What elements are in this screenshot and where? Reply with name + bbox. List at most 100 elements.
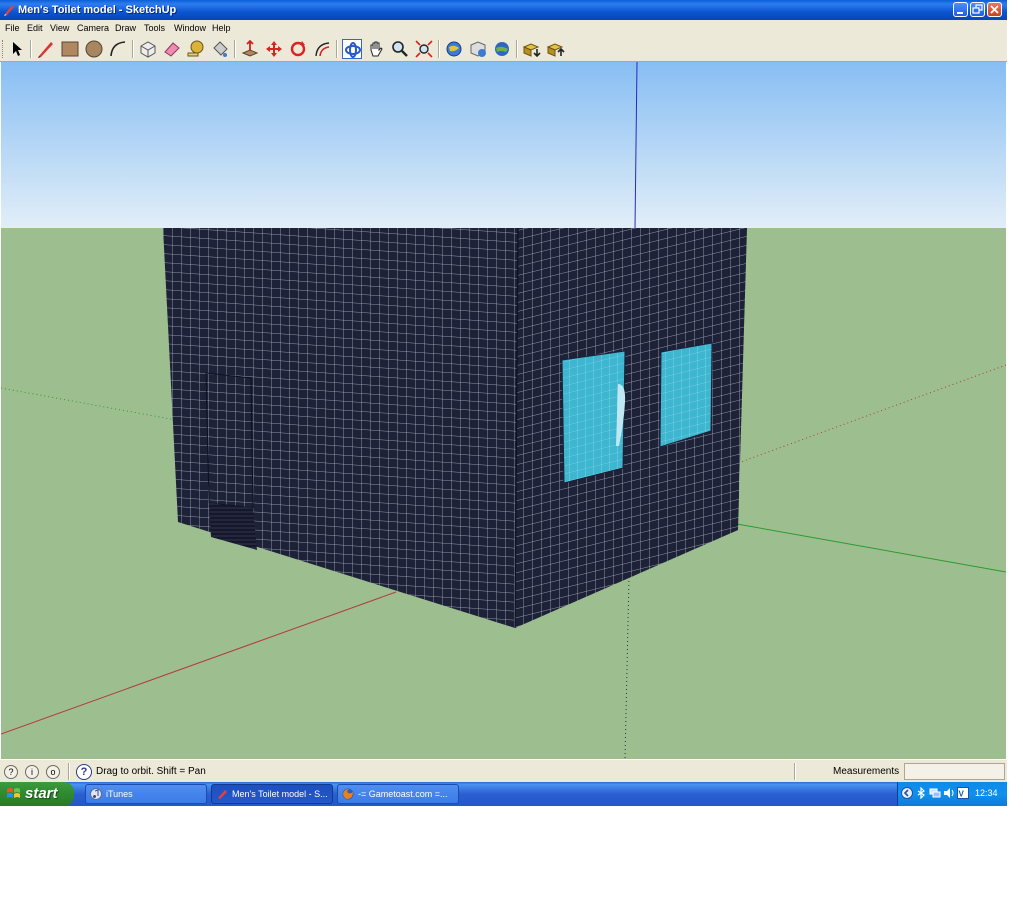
move-tool[interactable]: [264, 39, 284, 59]
svg-text:V: V: [959, 790, 965, 799]
share-model-tool[interactable]: [468, 39, 488, 59]
restore-icon: [972, 4, 983, 14]
menu-window[interactable]: Window: [174, 23, 206, 33]
arc-tool[interactable]: [108, 39, 128, 59]
google-earth-tool[interactable]: [492, 39, 512, 59]
taskbar: start iTunes Men's Toilet model - S... -…: [0, 782, 1007, 806]
earth-icon: [495, 42, 509, 56]
zoom-extents-icon: [415, 40, 433, 58]
menu-file[interactable]: File: [5, 23, 20, 33]
get-models-tool[interactable]: [444, 39, 464, 59]
menu-camera[interactable]: Camera: [77, 23, 109, 33]
make-component-tool[interactable]: [138, 39, 158, 59]
rotate-icon: [290, 41, 306, 57]
credits-icon[interactable]: i: [25, 765, 39, 779]
share-icon: [470, 41, 486, 57]
sketchup-icon: [218, 790, 227, 799]
pan-tool[interactable]: [366, 39, 386, 59]
system-tray: V 12:34: [897, 782, 1007, 806]
rotate-tool[interactable]: [288, 39, 308, 59]
title-bar[interactable]: Men's Toilet model - SketchUp: [0, 0, 1007, 20]
firefox-icon: [342, 788, 354, 800]
circle-icon: [85, 40, 103, 58]
menu-tools[interactable]: Tools: [144, 23, 165, 33]
paint-bucket-tool[interactable]: [210, 39, 230, 59]
menu-draw[interactable]: Draw: [115, 23, 136, 33]
arc-icon: [110, 41, 126, 57]
menu-help[interactable]: Help: [212, 23, 231, 33]
sketchup-app-icon: [4, 5, 14, 16]
zoom-extents-tool[interactable]: [414, 39, 434, 59]
close-button[interactable]: [987, 2, 1002, 17]
eraser-icon: [164, 42, 180, 57]
measurements-input[interactable]: [904, 763, 1005, 780]
window-right: [659, 342, 713, 448]
push-pull-tool[interactable]: [240, 39, 260, 59]
offset-tool[interactable]: [312, 39, 332, 59]
geo-location-icon[interactable]: ?: [4, 765, 18, 779]
eraser-tool[interactable]: [162, 39, 182, 59]
taskbar-item-label: -= Gametoast.com =...: [358, 789, 448, 799]
minimize-icon: [957, 12, 963, 14]
menu-edit[interactable]: Edit: [27, 23, 43, 33]
paint-bucket-icon: [213, 41, 228, 57]
magnifier-icon: [392, 41, 408, 57]
orbit-icon: [345, 42, 361, 58]
taskbar-item-itunes[interactable]: iTunes: [85, 784, 207, 804]
rectangle-tool[interactable]: [60, 39, 80, 59]
hand-icon: [370, 41, 383, 57]
clock[interactable]: 12:34: [975, 788, 998, 798]
bluetooth-icon[interactable]: [915, 787, 927, 799]
windows-logo-icon: [7, 788, 20, 798]
move-icon: [266, 41, 282, 57]
share-component-tool[interactable]: [546, 39, 566, 59]
taskbar-item-label: Men's Toilet model - S...: [232, 789, 328, 799]
toolbar-grip[interactable]: [2, 40, 6, 58]
get-components-tool[interactable]: [522, 39, 542, 59]
menu-bar: File Edit View Camera Draw Tools Window …: [0, 20, 1007, 36]
door: [205, 372, 254, 509]
window-left: [561, 350, 626, 484]
status-hint: Drag to orbit. Shift = Pan: [96, 766, 206, 777]
minimize-button[interactable]: [953, 2, 968, 17]
offset-icon: [315, 42, 330, 57]
taskbar-item-sketchup[interactable]: Men's Toilet model - S...: [211, 784, 333, 804]
menu-view[interactable]: View: [50, 23, 69, 33]
select-tool[interactable]: [7, 39, 27, 59]
tape-measure-tool[interactable]: [186, 39, 206, 59]
itunes-icon: [90, 788, 102, 800]
language-icon[interactable]: V: [957, 787, 969, 799]
component-icon: [140, 41, 156, 58]
circle-tool[interactable]: [84, 39, 104, 59]
sketchup-window: Men's Toilet model - SketchUp File Edit …: [0, 0, 1007, 806]
status-bar: ? i o ? Drag to orbit. Shift = Pan Measu…: [0, 759, 1007, 782]
push-pull-icon: [241, 39, 259, 57]
user-icon[interactable]: o: [46, 765, 60, 779]
pencil-tool[interactable]: [36, 39, 56, 59]
sky: [1, 62, 1006, 228]
components-share-icon: [546, 43, 565, 57]
globe-icon: [446, 41, 462, 57]
restore-button[interactable]: [970, 2, 985, 17]
show-hidden-icons-icon[interactable]: [901, 787, 913, 799]
close-icon: [990, 5, 999, 14]
instructor-help-icon[interactable]: ?: [76, 764, 92, 780]
zoom-tool[interactable]: [390, 39, 410, 59]
window-title: Men's Toilet model - SketchUp: [18, 4, 177, 16]
measurements-label: Measurements: [833, 766, 900, 777]
start-button[interactable]: start: [0, 782, 74, 806]
components-download-icon: [522, 43, 541, 58]
rectangle-icon: [61, 41, 79, 57]
arrow-icon: [13, 42, 22, 56]
taskbar-item-firefox[interactable]: -= Gametoast.com =...: [337, 784, 459, 804]
scene-canvas[interactable]: [1, 62, 1006, 759]
network-icon[interactable]: [929, 787, 941, 799]
orbit-tool[interactable]: [342, 39, 362, 59]
model-viewport[interactable]: [1, 62, 1006, 759]
tape-icon: [187, 40, 204, 57]
toolbar: [0, 36, 1007, 62]
volume-icon[interactable]: [943, 787, 955, 799]
taskbar-item-label: iTunes: [106, 789, 133, 799]
start-label: start: [25, 785, 58, 802]
pencil-icon: [38, 42, 53, 58]
